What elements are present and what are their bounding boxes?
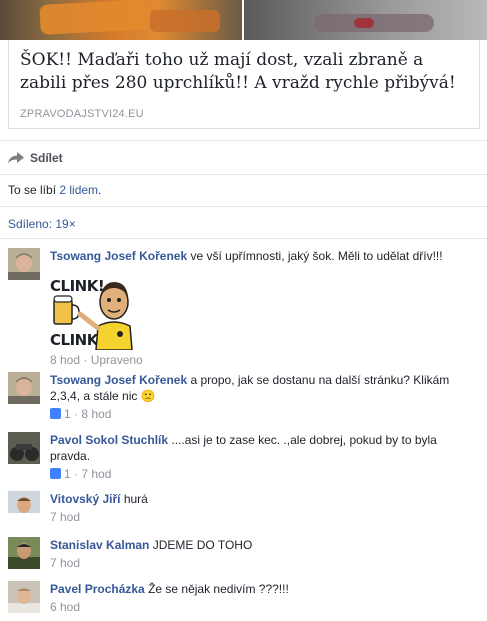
comment-author[interactable]: Tsowang Josef Kořenek <box>50 249 187 263</box>
comment-meta: 7 hod <box>50 510 81 524</box>
comment-author[interactable]: Pavel Procházka <box>50 582 145 596</box>
avatar[interactable] <box>8 432 40 464</box>
link-preview-image[interactable] <box>0 0 487 40</box>
avatar[interactable] <box>8 372 40 404</box>
like-thumb-icon <box>50 408 61 419</box>
comment-meta: 6 hod <box>50 600 81 614</box>
comment-author[interactable]: Vitovský Jiří <box>50 492 121 506</box>
like-thumb-icon <box>50 468 61 479</box>
comment-like-count[interactable]: 1 <box>64 467 71 481</box>
likes-count-link[interactable]: 2 lidem <box>59 183 98 197</box>
likes-prefix: To se líbí <box>8 183 60 197</box>
comment-author[interactable]: Stanislav Kalman <box>50 538 149 552</box>
comment-text: ve vší upřímnosti, jaký šok. Měli to udě… <box>187 249 443 263</box>
comment-time: · 7 hod <box>70 467 112 481</box>
avatar[interactable] <box>8 537 40 569</box>
link-domain: ZPRAVODAJSTVI24.EU <box>20 108 144 120</box>
share-arrow-icon <box>8 152 24 164</box>
divider <box>0 206 487 207</box>
comment-author[interactable]: Tsowang Josef Kořenek <box>50 373 187 387</box>
preview-image-right <box>244 0 487 40</box>
comment-meta: 1 · 7 hod <box>50 466 478 482</box>
link-title[interactable]: ŠOK!! Maďaři toho už mají dost, vzali zb… <box>20 49 470 95</box>
avatar[interactable] <box>8 581 40 613</box>
avatar[interactable] <box>8 491 40 523</box>
comment-meta: 7 hod <box>50 556 81 570</box>
clink-sticker: CLINK! CLINK! <box>50 268 138 350</box>
shares-count-link[interactable]: Sdíleno: 19× <box>8 217 76 231</box>
beer-mug-man-icon <box>53 282 133 350</box>
share-button[interactable]: Sdílet <box>8 150 63 166</box>
comment-text: JDEME DO TOHO <box>149 538 253 552</box>
link-preview[interactable]: ŠOK!! Maďaři toho už mají dost, vzali zb… <box>8 40 480 129</box>
post-card: ŠOK!! Maďaři toho už mají dost, vzali zb… <box>0 0 487 621</box>
likes-summary: To se líbí 2 lidem. <box>8 183 101 197</box>
comment-meta: 1 · 8 hod <box>50 406 478 422</box>
preview-image-left <box>0 0 242 40</box>
comment-text: hurá <box>120 492 148 506</box>
divider <box>0 174 487 175</box>
share-label: Sdílet <box>30 151 63 165</box>
comment-time: · 8 hod <box>70 407 112 421</box>
comment-like-count[interactable]: 1 <box>64 407 71 421</box>
likes-suffix: . <box>98 183 102 197</box>
avatar[interactable] <box>8 248 40 280</box>
comment-text: Že se nějak nedivím ???!!! <box>144 582 289 596</box>
comment-author[interactable]: Pavol Sokol Stuchlík <box>50 433 168 447</box>
divider <box>0 140 487 141</box>
divider <box>0 238 487 239</box>
comment-meta: 8 hod · Upraveno <box>50 353 143 367</box>
